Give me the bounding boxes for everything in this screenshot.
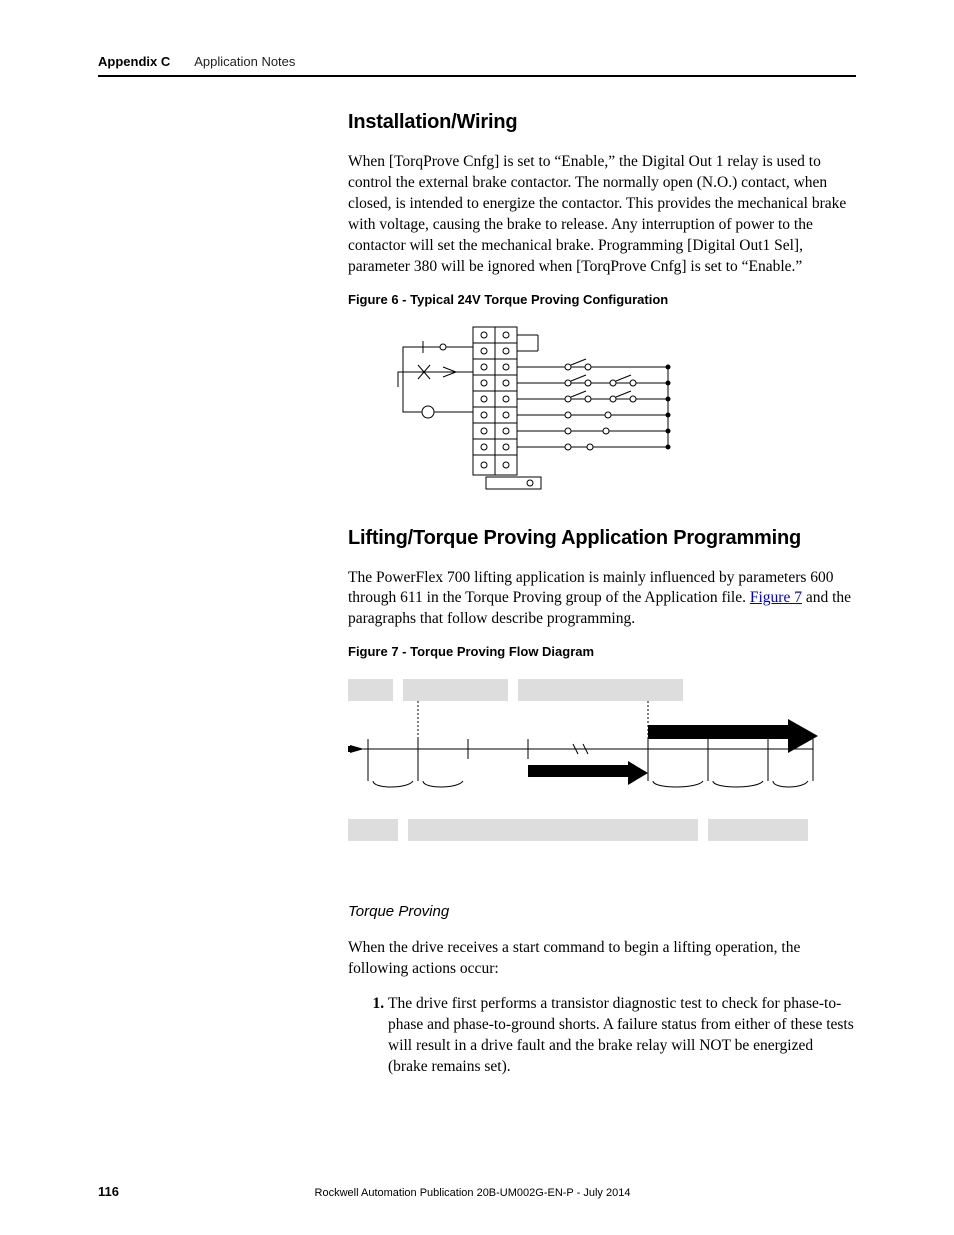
section-lifting-paragraph: The PowerFlex 700 lifting application is…	[348, 568, 856, 631]
figure7-diagram	[348, 669, 856, 869]
figure6-diagram	[348, 317, 856, 497]
torque-proving-intro: When the drive receives a start command …	[348, 938, 856, 980]
section-lifting-heading: Lifting/Torque Proving Application Progr…	[348, 527, 856, 550]
page-header: Appendix C Application Notes	[98, 54, 856, 77]
section-installation-paragraph: When [TorqProve Cnfg] is set to “Enable,…	[348, 152, 856, 278]
publication-id: Rockwell Automation Publication 20B-UM00…	[119, 1187, 826, 1199]
appendix-label: Appendix C	[98, 54, 170, 69]
section-installation-heading: Installation/Wiring	[348, 111, 856, 134]
torque-proving-steps: The drive first performs a transistor di…	[366, 994, 856, 1078]
step-1: The drive first performs a transistor di…	[388, 994, 856, 1078]
appendix-title: Application Notes	[194, 54, 295, 69]
torque-proving-subhead: Torque Proving	[348, 903, 856, 920]
figure7-link[interactable]: Figure 7	[750, 589, 802, 606]
figure6-caption: Figure 6 - Typical 24V Torque Proving Co…	[348, 292, 856, 307]
figure7-caption: Figure 7 - Torque Proving Flow Diagram	[348, 644, 856, 659]
page-number: 116	[98, 1184, 119, 1199]
page-footer: 116 Rockwell Automation Publication 20B-…	[98, 1184, 856, 1199]
